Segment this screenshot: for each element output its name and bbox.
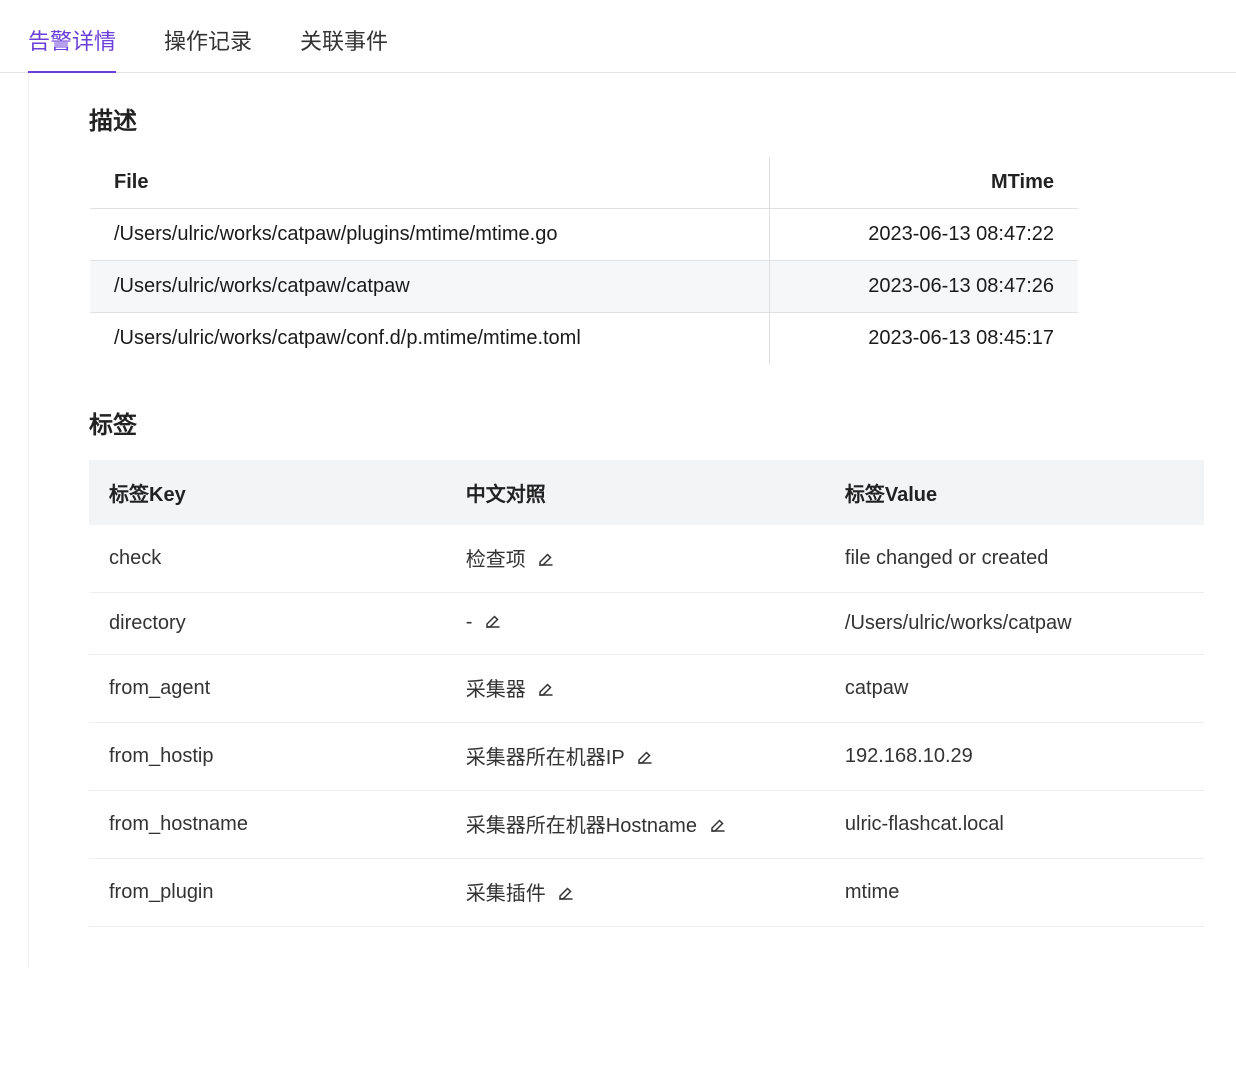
tag-key-cell: from_hostname: [89, 791, 446, 859]
edit-icon[interactable]: [709, 816, 727, 840]
tag-zh-cell: 采集器所在机器Hostname: [446, 791, 825, 859]
desc-file-cell: /Users/ulric/works/catpaw/plugins/mtime/…: [90, 209, 770, 261]
table-row: from_plugin 采集插件 mtime: [89, 859, 1204, 927]
tag-value-cell: catpaw: [825, 655, 1204, 723]
edit-icon[interactable]: [557, 884, 575, 908]
table-row: /Users/ulric/works/catpaw/catpaw 2023-06…: [90, 261, 1079, 313]
tag-zh-cell: 采集器所在机器IP: [446, 723, 825, 791]
tag-zh-text: 采集器: [466, 679, 526, 701]
section-title-tags: 标签: [89, 405, 1204, 440]
tag-key-cell: from_agent: [89, 655, 446, 723]
tags-col-value: 标签Value: [825, 460, 1204, 525]
tag-value-cell: mtime: [825, 859, 1204, 927]
tag-value-cell: 192.168.10.29: [825, 723, 1204, 791]
tag-zh-text: 检查项: [466, 549, 526, 571]
description-table: File MTime /Users/ulric/works/catpaw/plu…: [89, 156, 1079, 365]
tag-zh-cell: -: [446, 593, 825, 655]
desc-col-file: File: [90, 157, 770, 209]
table-row: /Users/ulric/works/catpaw/conf.d/p.mtime…: [90, 313, 1079, 365]
tag-zh-text: -: [466, 611, 473, 633]
tag-zh-cell: 检查项: [446, 525, 825, 593]
tag-zh-cell: 采集器: [446, 655, 825, 723]
tag-value-cell: file changed or created: [825, 525, 1204, 593]
tags-col-zh: 中文对照: [446, 460, 825, 525]
edit-icon[interactable]: [537, 680, 555, 704]
tag-key-cell: from_hostip: [89, 723, 446, 791]
tag-key-cell: check: [89, 525, 446, 593]
desc-mtime-cell: 2023-06-13 08:45:17: [769, 313, 1078, 365]
table-row: from_agent 采集器 catpaw: [89, 655, 1204, 723]
table-row: /Users/ulric/works/catpaw/plugins/mtime/…: [90, 209, 1079, 261]
tab-related-events[interactable]: 关联事件: [300, 24, 388, 72]
section-title-description: 描述: [89, 101, 1204, 136]
desc-file-cell: /Users/ulric/works/catpaw/conf.d/p.mtime…: [90, 313, 770, 365]
tag-value-cell: /Users/ulric/works/catpaw: [825, 593, 1204, 655]
table-row: from_hostname 采集器所在机器Hostname ulric-flas…: [89, 791, 1204, 859]
table-row: check 检查项 file changed or created: [89, 525, 1204, 593]
tag-zh-text: 采集插件: [466, 883, 546, 905]
desc-col-mtime: MTime: [769, 157, 1078, 209]
tags-col-key: 标签Key: [89, 460, 446, 525]
tags-table: 标签Key 中文对照 标签Value check 检查项 file change…: [89, 460, 1204, 927]
desc-mtime-cell: 2023-06-13 08:47:26: [769, 261, 1078, 313]
tag-zh-cell: 采集插件: [446, 859, 825, 927]
edit-icon[interactable]: [537, 550, 555, 574]
edit-icon[interactable]: [636, 748, 654, 772]
tab-operation-log[interactable]: 操作记录: [164, 24, 252, 72]
tag-key-cell: directory: [89, 593, 446, 655]
tag-zh-text: 采集器所在机器Hostname: [466, 815, 697, 837]
tag-zh-text: 采集器所在机器IP: [466, 747, 625, 769]
table-row: from_hostip 采集器所在机器IP 192.168.10.29: [89, 723, 1204, 791]
tab-alert-detail[interactable]: 告警详情: [28, 24, 116, 72]
desc-mtime-cell: 2023-06-13 08:47:22: [769, 209, 1078, 261]
tag-value-cell: ulric-flashcat.local: [825, 791, 1204, 859]
content-panel: 描述 File MTime /Users/ulric/works/catpaw/…: [28, 73, 1236, 967]
table-row: directory - /Users/ulric/works/catpaw: [89, 593, 1204, 655]
tab-bar: 告警详情 操作记录 关联事件: [0, 0, 1236, 73]
tag-key-cell: from_plugin: [89, 859, 446, 927]
edit-icon[interactable]: [484, 612, 502, 636]
desc-file-cell: /Users/ulric/works/catpaw/catpaw: [90, 261, 770, 313]
